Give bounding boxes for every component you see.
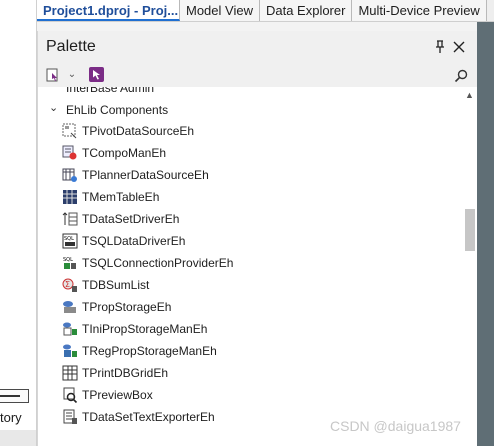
memtable-icon bbox=[62, 189, 78, 205]
category-label: EhLib Components bbox=[66, 103, 169, 117]
list-item[interactable]: SQL TSQLDataDriverEh bbox=[38, 230, 462, 252]
list-item-label: TIniPropStorageManEh bbox=[82, 322, 208, 336]
list-item-label: TDataSetTextExporterEh bbox=[82, 410, 215, 424]
list-item-label: TPivotDataSourceEh bbox=[82, 124, 195, 138]
list-item-label: TDBSumList bbox=[82, 278, 150, 292]
search-icon[interactable] bbox=[453, 68, 469, 84]
list-item[interactable]: SQL TSQLConnectionProviderEh bbox=[38, 252, 462, 274]
category-ehlib[interactable]: ⌄ EhLib Components bbox=[38, 100, 462, 120]
list-item-label: TDataSetDriverEh bbox=[82, 212, 180, 226]
watermark: CSDN @daigua1987 bbox=[330, 418, 461, 434]
chevron-down-icon[interactable]: ⌄ bbox=[49, 101, 58, 114]
sqlconnection-icon: SQL bbox=[62, 255, 78, 271]
textexporter-icon bbox=[62, 409, 78, 425]
palette-panel: Palette ⌄ InterBase Admin ⌄ EhLib Compon… bbox=[37, 31, 478, 446]
list-scrollbar[interactable]: ▲ bbox=[462, 87, 478, 446]
partial-category-label[interactable]: InterBase Admin bbox=[66, 87, 154, 95]
list-item[interactable]: TRegPropStorageManEh bbox=[38, 340, 462, 362]
list-item[interactable]: TPrintDBGridEh bbox=[38, 362, 462, 384]
left-panel-tab-label[interactable]: tory bbox=[0, 407, 37, 429]
printgrid-icon bbox=[62, 365, 78, 381]
scroll-up-icon[interactable]: ▲ bbox=[465, 90, 474, 100]
close-icon[interactable] bbox=[452, 39, 466, 55]
list-item-label: TRegPropStorageManEh bbox=[82, 344, 217, 358]
propstorage-icon bbox=[62, 299, 78, 315]
component-list: InterBase Admin ⌄ EhLib Components TPivo… bbox=[38, 87, 462, 446]
list-item-label: TPrintDBGridEh bbox=[82, 366, 169, 380]
document-tab-bar: Project1.dproj - Proj... Model View Data… bbox=[37, 0, 494, 22]
list-item-label: TSQLDataDriverEh bbox=[82, 234, 186, 248]
list-item-label: TSQLConnectionProviderEh bbox=[82, 256, 234, 270]
list-item-label: TMemTableEh bbox=[82, 190, 160, 204]
svg-text:Σ: Σ bbox=[65, 280, 70, 289]
palette-toolbar: ⌄ bbox=[38, 63, 478, 87]
tab-model-view[interactable]: Model View bbox=[180, 0, 260, 21]
pin-icon[interactable] bbox=[433, 39, 447, 55]
list-item-label: TPlannerDataSourceEh bbox=[82, 168, 209, 182]
tab-data-explorer[interactable]: Data Explorer bbox=[259, 0, 353, 21]
list-item-label: TPreviewBox bbox=[82, 388, 153, 402]
left-panel: tory bbox=[0, 0, 37, 446]
list-item[interactable]: TPreviewBox bbox=[38, 384, 462, 406]
list-item[interactable]: TDataSetDriverEh bbox=[38, 208, 462, 230]
tab-multi-device-preview[interactable]: Multi-Device Preview bbox=[352, 0, 487, 21]
list-item[interactable]: TPivotDataSourceEh bbox=[38, 120, 462, 142]
palette-search-input[interactable] bbox=[288, 66, 471, 85]
left-panel-control[interactable] bbox=[0, 389, 29, 403]
list-item[interactable]: TPlannerDataSourceEh bbox=[38, 164, 462, 186]
left-panel-footer bbox=[0, 430, 37, 446]
sqldatadriver-icon: SQL bbox=[62, 233, 78, 249]
list-item-label: TCompoManEh bbox=[82, 146, 167, 160]
list-item[interactable]: TCompoManEh bbox=[38, 142, 462, 164]
sumlist-icon: Σ bbox=[62, 277, 78, 293]
scroll-thumb[interactable] bbox=[465, 209, 475, 251]
list-item[interactable]: TIniPropStorageManEh bbox=[38, 318, 462, 340]
pointer-tool-icon[interactable] bbox=[89, 67, 104, 82]
compoman-icon bbox=[62, 145, 78, 161]
inipropstorage-icon bbox=[62, 321, 78, 337]
svg-text:SQL: SQL bbox=[64, 236, 74, 242]
list-item-label: TPropStorageEh bbox=[82, 300, 172, 314]
svg-text:SQL: SQL bbox=[63, 257, 73, 263]
component-dropdown-icon[interactable] bbox=[46, 67, 61, 83]
list-item[interactable]: TMemTableEh bbox=[38, 186, 462, 208]
list-item[interactable]: Σ TDBSumList bbox=[38, 274, 462, 296]
palette-header: Palette bbox=[38, 31, 478, 63]
list-item[interactable]: TPropStorageEh bbox=[38, 296, 462, 318]
palette-title: Palette bbox=[46, 38, 96, 55]
chevron-down-icon[interactable]: ⌄ bbox=[66, 67, 78, 83]
regpropstorage-icon bbox=[62, 343, 78, 359]
tab-project1[interactable]: Project1.dproj - Proj... bbox=[37, 0, 180, 21]
previewbox-icon bbox=[62, 387, 78, 404]
datasetdriver-icon bbox=[62, 211, 78, 227]
editor-background bbox=[477, 22, 494, 446]
planner-icon bbox=[62, 167, 78, 183]
pivot-icon bbox=[62, 123, 78, 139]
